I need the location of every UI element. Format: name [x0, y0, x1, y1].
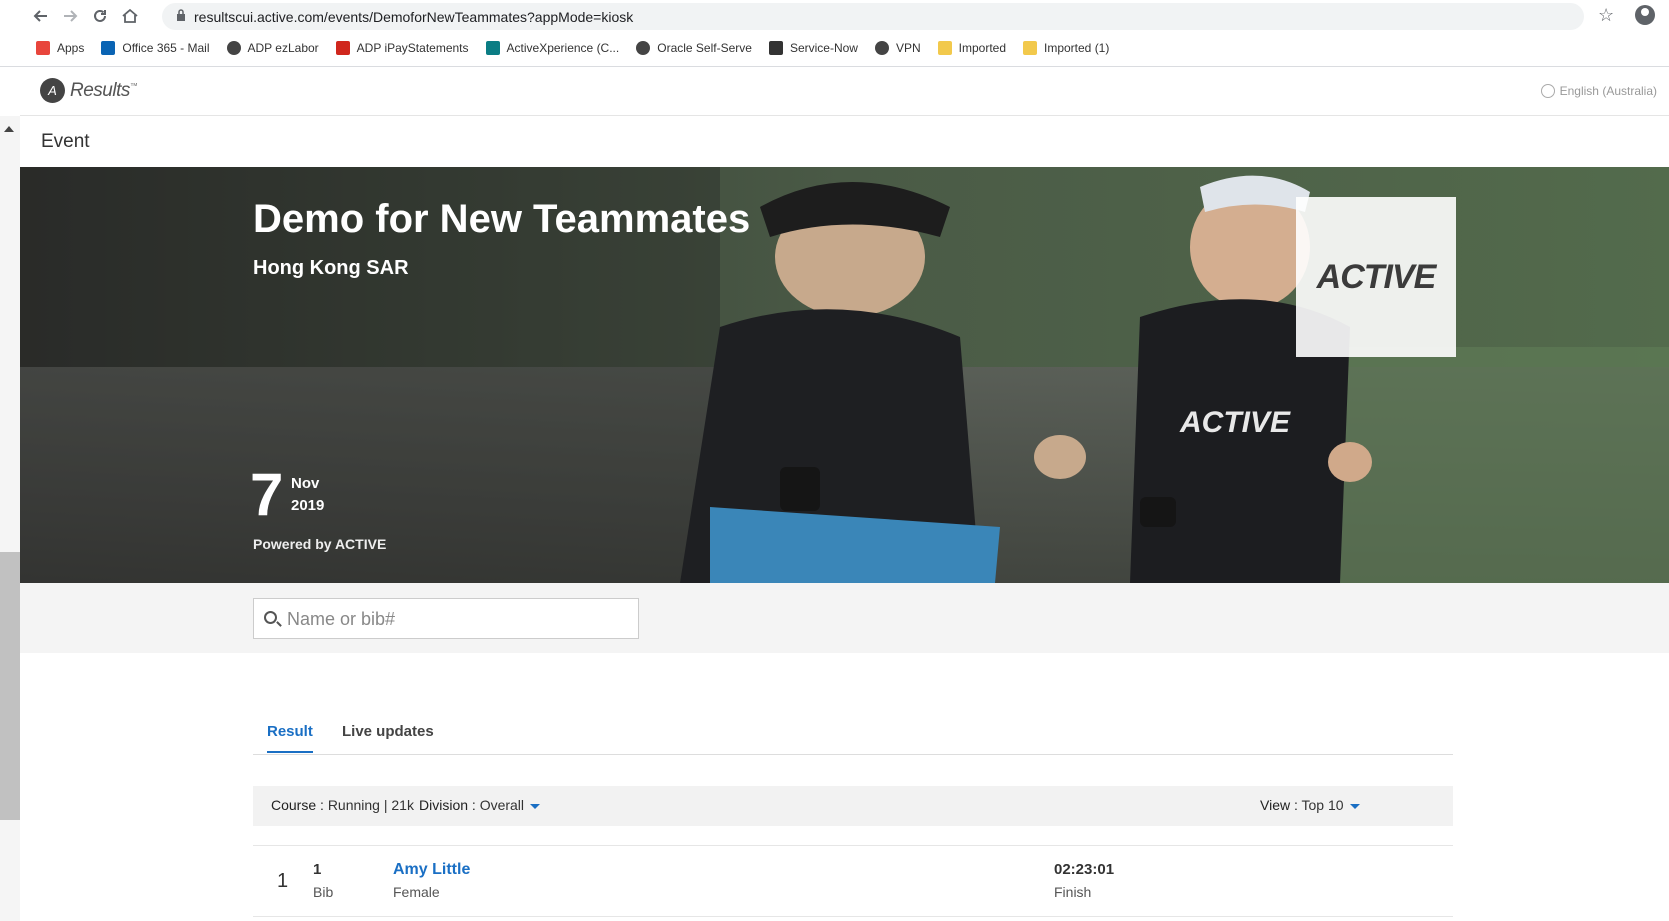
- reload-icon[interactable]: [90, 6, 110, 26]
- bookmark-item[interactable]: ActiveXperience (C...: [485, 41, 620, 55]
- page-title: Event: [41, 131, 90, 152]
- language-label: English (Australia): [1559, 84, 1657, 98]
- course-filter[interactable]: Course : Running | 21k: [271, 797, 414, 813]
- course-filter-value: Running | 21k: [327, 797, 414, 813]
- language-selector[interactable]: English (Australia): [1540, 84, 1657, 98]
- adp-icon: [335, 41, 350, 55]
- bookmark-label: ActiveXperience (C...: [506, 41, 620, 55]
- result-bib-label: Bib: [313, 884, 334, 900]
- bookmark-item[interactable]: VPN: [874, 41, 921, 55]
- event-hero-banner: ACTIVE Demo for New Teammates Hong Kong …: [20, 167, 1669, 583]
- bookmark-item[interactable]: ADP iPayStatements: [335, 41, 469, 55]
- bookmark-item[interactable]: Service-Now: [768, 41, 858, 55]
- chevron-down-icon: [1349, 803, 1360, 809]
- filter-bar: Course : Running | 21k Division : Overal…: [253, 786, 1453, 826]
- result-bib-number: 1: [313, 861, 322, 878]
- bookmarks-bar: Apps Office 365 - Mail ADP ezLabor ADP iPay…: [0, 34, 1669, 62]
- event-day: 7: [250, 461, 284, 528]
- search-box[interactable]: [253, 598, 639, 639]
- bookmark-label: Imported (1): [1044, 41, 1110, 55]
- chevron-down-icon: [530, 803, 541, 809]
- search-band: [20, 583, 1669, 653]
- event-name: Demo for New Teammates: [253, 197, 751, 241]
- scrollbar-thumb[interactable]: [0, 552, 20, 820]
- division-filter-label: Division :: [419, 797, 480, 813]
- bookmark-label: Imported: [958, 41, 1006, 55]
- apps-grid-icon: [36, 41, 50, 55]
- bookmark-label: Office 365 - Mail: [122, 41, 210, 55]
- active-sponsor-logo: ACTIVE: [1296, 197, 1456, 357]
- powered-by-label: Powered by ACTIVE: [253, 536, 387, 552]
- globe-icon: [226, 41, 241, 55]
- url-field[interactable]: resultscui.active.com/events/DemoforNewT…: [162, 3, 1584, 30]
- bookmark-label: VPN: [895, 41, 921, 55]
- browser-address-bar: resultscui.active.com/events/DemoforNewT…: [0, 0, 1669, 32]
- globe-icon: [636, 41, 651, 55]
- bookmark-label: Apps: [57, 41, 85, 55]
- lock-icon: [176, 9, 186, 27]
- course-filter-label: Course :: [271, 797, 328, 813]
- result-athlete-name-link[interactable]: Amy Little: [393, 861, 470, 879]
- search-input[interactable]: [287, 605, 627, 633]
- svg-text:ACTIVE: ACTIVE: [1179, 406, 1291, 439]
- back-arrow-icon[interactable]: [31, 6, 51, 26]
- results-logo-text: Results™: [70, 79, 138, 101]
- result-finish-label: Finish: [1054, 884, 1092, 900]
- site-header: A Results™ English (Australia): [20, 67, 1669, 116]
- result-gender: Female: [393, 884, 440, 900]
- view-filter[interactable]: View : Top 10: [1260, 797, 1360, 813]
- folder-icon: [937, 41, 952, 55]
- tab-result[interactable]: Result: [267, 723, 313, 753]
- scroll-up-arrow-icon[interactable]: [4, 126, 14, 132]
- servicenow-icon: [768, 41, 783, 55]
- bookmark-label: ADP iPayStatements: [356, 41, 469, 55]
- home-icon[interactable]: [120, 6, 140, 26]
- tab-live-updates[interactable]: Live updates: [342, 723, 434, 751]
- bookmark-label: Oracle Self-Serve: [657, 41, 752, 55]
- result-finish-time: 02:23:01: [1054, 861, 1115, 878]
- division-filter-value: Overall: [479, 797, 525, 813]
- bookmark-item[interactable]: Imported: [937, 41, 1006, 55]
- result-rank: 1: [277, 870, 289, 892]
- bookmark-label: ADP ezLabor: [247, 41, 319, 55]
- row-divider: [253, 845, 1453, 846]
- bookmark-label: Service-Now: [789, 41, 858, 55]
- results-logo-mark-icon: A: [40, 78, 65, 103]
- globe-icon: [1540, 84, 1555, 98]
- event-month: Nov: [291, 475, 320, 492]
- url-text: resultscui.active.com/events/DemoforNewT…: [194, 9, 634, 25]
- bookmark-item[interactable]: Oracle Self-Serve: [636, 41, 752, 55]
- results-logo[interactable]: A Results™: [40, 78, 138, 103]
- active-logo-text: ACTIVE: [1316, 257, 1437, 296]
- bookmark-item[interactable]: ADP ezLabor: [226, 41, 319, 55]
- globe-icon: [874, 41, 889, 55]
- folder-icon: [1023, 41, 1037, 55]
- bookmark-star-icon[interactable]: ☆: [1598, 5, 1614, 26]
- view-filter-value: Top 10: [1301, 797, 1344, 813]
- view-filter-label: View :: [1260, 797, 1302, 813]
- bookmark-item[interactable]: Office 365 - Mail: [101, 41, 210, 55]
- outlook-icon: [101, 41, 116, 55]
- sharepoint-icon: [485, 41, 500, 55]
- row-divider: [253, 916, 1453, 917]
- profile-avatar-icon[interactable]: [1635, 5, 1655, 25]
- event-bar: Event: [20, 117, 1669, 167]
- event-year: 2019: [291, 497, 325, 514]
- results-tabs: Result Live updates: [253, 713, 1453, 755]
- bookmark-item[interactable]: Apps: [36, 41, 84, 55]
- search-icon: [264, 611, 277, 624]
- event-location: Hong Kong SAR: [253, 257, 409, 279]
- bookmark-item[interactable]: Imported (1): [1023, 41, 1109, 55]
- forward-arrow-icon[interactable]: [60, 6, 80, 26]
- division-filter[interactable]: Division : Overall: [419, 797, 541, 813]
